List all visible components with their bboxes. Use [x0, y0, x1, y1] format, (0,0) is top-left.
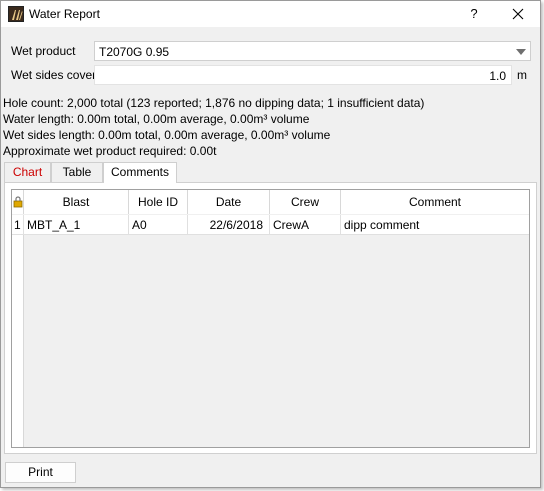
cell-hole-id[interactable]: A0 — [129, 215, 188, 235]
wet-sides-cover-value: 1.0 — [489, 69, 506, 83]
window-title: Water Report — [29, 7, 100, 21]
wet-product-select[interactable]: T2070G 0.95 — [94, 41, 531, 61]
row-number: 1 — [12, 215, 24, 235]
wet-sides-cover-label: Wet sides cover — [11, 68, 97, 82]
column-header-hole-id[interactable]: Hole ID — [129, 190, 188, 214]
cell-comment[interactable]: dipp comment — [341, 215, 529, 235]
wet-sides-cover-input[interactable]: 1.0 — [94, 65, 512, 85]
tab-comments[interactable]: Comments — [103, 162, 177, 183]
tab-table[interactable]: Table — [51, 162, 103, 182]
app-logo-icon — [8, 6, 24, 22]
cell-crew[interactable]: CrewA — [270, 215, 341, 235]
comments-table: Blast Hole ID Date Crew Comment 1 MBT_A_… — [11, 189, 530, 448]
close-button[interactable] — [507, 4, 529, 24]
cell-blast[interactable]: MBT_A_1 — [24, 215, 129, 235]
column-header-comment[interactable]: Comment — [341, 190, 529, 214]
wet-product-value: T2070G 0.95 — [99, 45, 170, 59]
print-button[interactable]: Print — [5, 462, 76, 483]
comments-panel: Blast Hole ID Date Crew Comment 1 MBT_A_… — [4, 182, 537, 454]
close-icon — [512, 8, 524, 20]
wet-sides-length-text: Wet sides length: 0.00m total, 0.00m ave… — [3, 128, 331, 142]
water-length-text: Water length: 0.00m total, 0.00m average… — [3, 112, 310, 126]
lock-icon — [13, 196, 22, 208]
cell-date[interactable]: 22/6/2018 — [188, 215, 270, 235]
lock-column-header[interactable] — [12, 190, 24, 214]
column-header-date[interactable]: Date — [188, 190, 270, 214]
column-header-blast[interactable]: Blast — [24, 190, 129, 214]
table-row[interactable]: 1 MBT_A_1 A0 22/6/2018 CrewA dipp commen… — [12, 215, 529, 235]
hole-count-text: Hole count: 2,000 total (123 reported; 1… — [3, 96, 425, 110]
help-button[interactable]: ? — [463, 4, 485, 24]
table-header: Blast Hole ID Date Crew Comment — [12, 190, 529, 214]
wet-sides-unit: m — [517, 68, 527, 82]
column-header-crew[interactable]: Crew — [270, 190, 341, 214]
row-header-strip — [12, 235, 24, 447]
chevron-down-icon — [516, 49, 526, 55]
tab-chart[interactable]: Chart — [4, 162, 51, 182]
title-bar: Water Report ? — [1, 1, 540, 27]
wet-product-label: Wet product — [11, 44, 76, 58]
wet-product-required-text: Approximate wet product required: 0.00t — [3, 144, 217, 158]
water-report-window: Water Report ? Wet product T2070G 0.95 W… — [0, 0, 541, 488]
